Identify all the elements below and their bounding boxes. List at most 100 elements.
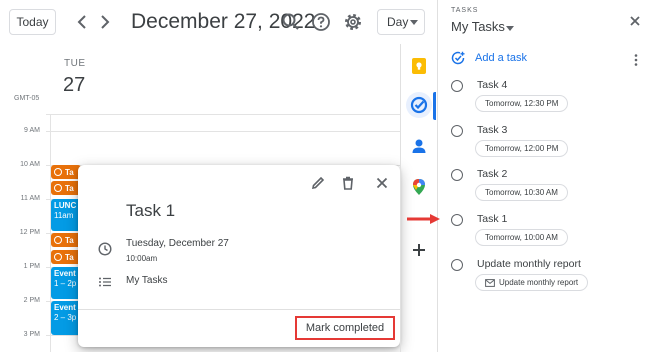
tasks-icon xyxy=(410,96,428,114)
task-check-icon xyxy=(54,184,62,192)
task-complete-checkbox[interactable] xyxy=(451,169,463,181)
task-due-label: Tomorrow, 10:30 AM xyxy=(485,188,558,197)
maps-button[interactable] xyxy=(410,178,428,196)
calendar-event[interactable]: Event 1 – 2p xyxy=(51,267,81,299)
task-linked-chip[interactable]: Update monthly report xyxy=(475,274,589,291)
popup-task-date: Tuesday, December 27 xyxy=(126,238,229,249)
event-title: Event xyxy=(54,269,76,278)
task-due-label: Tomorrow, 12:00 PM xyxy=(485,144,559,153)
task-complete-checkbox[interactable] xyxy=(451,214,463,226)
help-icon xyxy=(312,13,330,31)
hour-gridline xyxy=(46,114,400,115)
add-task-icon xyxy=(451,51,465,65)
more-options-button[interactable] xyxy=(634,53,638,66)
task-due-chip[interactable]: Tomorrow, 12:00 PM xyxy=(475,140,569,157)
hour-label: 9 AM xyxy=(24,127,40,134)
tasks-button[interactable] xyxy=(410,96,428,114)
weekday-label: TUE xyxy=(64,58,86,69)
clock-icon xyxy=(98,242,112,256)
popup-task-title: Task 1 xyxy=(126,201,176,220)
trash-icon xyxy=(343,176,353,190)
popup-task-list: My Tasks xyxy=(126,275,168,286)
contacts-icon xyxy=(412,139,426,153)
close-icon xyxy=(630,16,640,26)
popup-divider xyxy=(78,309,400,310)
contacts-button[interactable] xyxy=(410,137,428,155)
task-title[interactable]: Task 4 xyxy=(477,79,507,91)
edit-button[interactable] xyxy=(310,175,326,191)
help-button[interactable] xyxy=(311,12,331,32)
task-chip-label: Ta xyxy=(65,183,74,193)
task-linked-label: Update monthly report xyxy=(499,278,579,287)
hour-label: 11 AM xyxy=(20,195,40,202)
tasks-panel: TASKS My Tasks Add a task Task 4 Tomorro… xyxy=(437,0,650,352)
hour-gridline xyxy=(46,131,400,132)
task-title[interactable]: Task 3 xyxy=(477,124,507,136)
chevron-left-icon xyxy=(77,15,86,29)
more-vert-icon xyxy=(634,54,638,66)
calendar-task-chip[interactable]: Ta xyxy=(51,250,81,264)
hour-label: 2 PM xyxy=(23,297,40,304)
view-selector[interactable]: Day xyxy=(377,9,425,35)
calendar-task-chip[interactable]: Ta xyxy=(51,233,81,247)
mark-completed-button[interactable]: Mark completed xyxy=(295,316,395,340)
add-task-label: Add a task xyxy=(475,52,527,64)
task-check-icon xyxy=(54,253,62,261)
event-time: 2 – 3p xyxy=(54,313,77,322)
task-due-label: Tomorrow, 10:00 AM xyxy=(485,233,558,242)
list-icon xyxy=(98,275,112,289)
plus-icon xyxy=(413,244,425,256)
task-details-popup: Task 1 Tuesday, December 27 10:00am My T… xyxy=(78,165,400,347)
task-check-icon xyxy=(54,168,62,176)
hour-label: 12 PM xyxy=(19,229,40,236)
caret-down-icon xyxy=(410,20,418,25)
task-list-selector[interactable]: My Tasks xyxy=(451,19,505,34)
task-title[interactable]: Task 2 xyxy=(477,168,507,180)
next-day-button[interactable] xyxy=(97,12,113,32)
event-title: LUNC xyxy=(54,201,77,210)
pencil-icon xyxy=(311,176,325,190)
side-panel-strip xyxy=(400,44,436,352)
calendar-event[interactable]: LUNC 11am xyxy=(51,199,81,231)
add-addon-button[interactable] xyxy=(412,243,426,259)
task-title[interactable]: Update monthly report xyxy=(477,258,581,270)
task-due-label: Tomorrow, 12:30 PM xyxy=(485,99,559,108)
hour-label: 3 PM xyxy=(23,331,40,338)
previous-day-button[interactable] xyxy=(74,12,90,32)
hour-label: 1 PM xyxy=(23,263,40,270)
add-task-button[interactable]: Add a task xyxy=(451,51,527,65)
calendar-task-chip[interactable]: Ta xyxy=(51,165,81,179)
close-popup-button[interactable] xyxy=(374,175,390,191)
task-complete-checkbox[interactable] xyxy=(451,80,463,92)
close-tasks-panel-button[interactable] xyxy=(628,14,642,28)
event-time: 1 – 2p xyxy=(54,279,77,288)
task-check-icon xyxy=(54,236,62,244)
search-icon xyxy=(282,13,299,30)
task-complete-checkbox[interactable] xyxy=(451,125,463,137)
calendar-event[interactable]: Event 2 – 3p xyxy=(51,301,81,335)
calendar-task-chip[interactable]: Ta xyxy=(51,181,81,195)
timezone-label: GMT-05 xyxy=(14,95,40,102)
chevron-right-icon xyxy=(101,15,110,29)
today-button[interactable]: Today xyxy=(9,9,56,35)
settings-button[interactable] xyxy=(343,12,363,32)
maps-pin-icon xyxy=(413,179,425,195)
task-chip-label: Ta xyxy=(65,167,74,177)
task-complete-checkbox[interactable] xyxy=(451,259,463,271)
keep-icon xyxy=(412,58,426,74)
view-selector-label: Day xyxy=(387,15,409,29)
task-title[interactable]: Task 1 xyxy=(477,213,507,225)
task-due-chip[interactable]: Tomorrow, 10:00 AM xyxy=(475,229,568,246)
annotation-arrow-icon xyxy=(407,214,440,224)
day-number[interactable]: 27 xyxy=(63,74,85,97)
task-due-chip[interactable]: Tomorrow, 12:30 PM xyxy=(475,95,569,112)
search-button[interactable] xyxy=(281,12,301,32)
task-due-chip[interactable]: Tomorrow, 10:30 AM xyxy=(475,184,568,201)
keep-button[interactable] xyxy=(410,57,428,75)
close-icon xyxy=(376,177,388,189)
mail-icon xyxy=(485,278,495,287)
delete-button[interactable] xyxy=(340,175,356,191)
caret-down-icon[interactable] xyxy=(506,26,514,31)
gear-icon xyxy=(345,14,361,30)
event-title: Event xyxy=(54,303,76,312)
